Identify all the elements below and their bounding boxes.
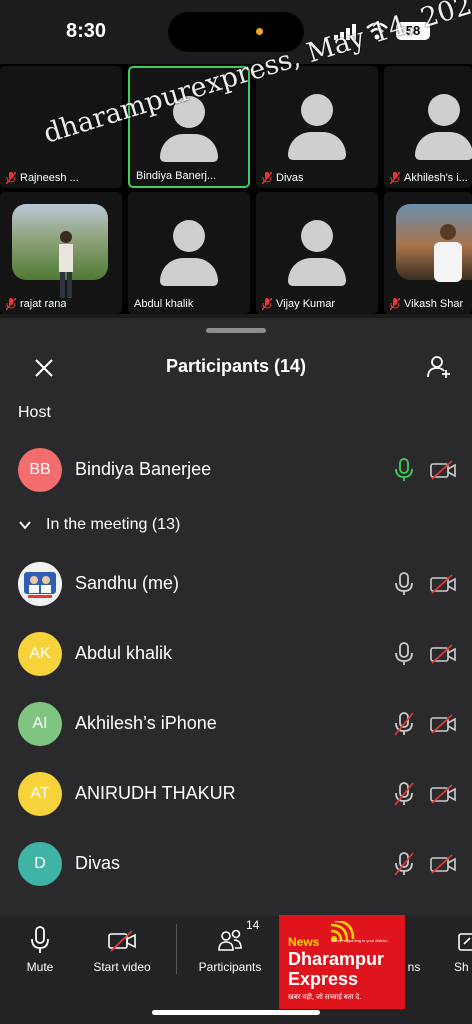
video-off-icon[interactable] (430, 460, 456, 480)
tile-name: Divas (276, 172, 304, 184)
in-meeting-section-header[interactable]: In the meeting (13) (18, 516, 180, 534)
mute-button[interactable]: Mute (20, 926, 60, 986)
share-label: Sh (454, 960, 469, 974)
participant-row[interactable]: AT ANIRUDH THAKUR (0, 764, 472, 824)
participants-button[interactable]: Participants (194, 926, 266, 986)
default-avatar-icon (288, 220, 346, 290)
participant-row[interactable]: AK Abdul khalik (0, 624, 472, 684)
share-button[interactable]: Sh (454, 926, 472, 986)
muted-mic-icon (390, 172, 400, 184)
default-avatar-icon (415, 94, 472, 164)
tile-name: Bindiya Banerj... (136, 170, 217, 182)
participants-icon (218, 929, 242, 951)
mic-on-icon[interactable] (394, 572, 414, 596)
add-participant-icon[interactable] (426, 354, 452, 380)
muted-mic-icon (262, 172, 272, 184)
participants-sheet: Participants (14) Host BB Bindiya Banerj… (0, 318, 472, 918)
avatar: AI (18, 702, 62, 746)
participant-name: Abdul khalik (75, 643, 173, 663)
sheet-grabber[interactable] (206, 328, 266, 333)
person-figure (434, 224, 462, 282)
video-tile[interactable]: rajat rana (0, 192, 122, 314)
participant-name: Bindiya Banerjee (75, 459, 212, 479)
profile-photo (18, 562, 62, 606)
participants-label: Participants (198, 960, 262, 974)
tile-name: Rajneesh ... (20, 172, 79, 184)
video-tile[interactable]: Akhilesh's i... (384, 66, 472, 188)
muted-mic-icon (390, 298, 400, 310)
tile-name: Akhilesh's i... (404, 172, 468, 184)
sheet-title: Participants (14) (165, 356, 307, 376)
start-video-button[interactable]: Start video (86, 926, 158, 986)
mic-on-icon[interactable] (394, 642, 414, 666)
share-icon (458, 933, 472, 951)
participant-row-host[interactable]: BB Bindiya Banerjee (0, 440, 472, 500)
home-indicator[interactable] (152, 1010, 320, 1015)
participant-row[interactable]: Sandhu (me) (0, 554, 472, 614)
mic-muted-icon[interactable] (394, 712, 414, 736)
recording-dot (256, 28, 263, 35)
mic-muted-icon[interactable] (394, 782, 414, 806)
status-time: 8:30 (66, 20, 107, 42)
video-off-icon[interactable] (430, 784, 456, 804)
participant-row[interactable]: D Divas (0, 834, 472, 894)
participant-video-image (396, 204, 472, 282)
participant-name: Akhilesh’s iPhone (75, 713, 217, 733)
video-tile[interactable]: Abdul khalik (128, 192, 250, 314)
start-video-label: Start video (93, 960, 151, 974)
video-off-icon[interactable] (430, 644, 456, 664)
mic-muted-icon[interactable] (394, 852, 414, 876)
avatar (18, 562, 62, 606)
avatar: AK (18, 632, 62, 676)
video-off-icon[interactable] (430, 854, 456, 874)
participants-count-badge: 14 (246, 918, 260, 932)
participant-name: ANIRUDH THAKUR (75, 783, 236, 803)
avatar: D (18, 842, 62, 886)
news-logo-title: News (288, 935, 320, 949)
muted-mic-icon (6, 298, 16, 310)
video-grid: Rajneesh ... Bindiya Banerj... Divas Akh… (0, 0, 472, 314)
participant-row[interactable]: AI Akhilesh’s iPhone (0, 694, 472, 754)
participant-video-image (12, 204, 108, 298)
mute-label: Mute (26, 960, 54, 974)
muted-mic-icon (262, 298, 272, 310)
video-off-icon[interactable] (430, 714, 456, 734)
video-tile[interactable]: Vijay Kumar (256, 192, 378, 314)
microphone-icon (31, 926, 49, 953)
news-logo-small-text: Every happening in your district... (331, 938, 391, 943)
host-section-title: Host (18, 404, 51, 421)
avatar: AT (18, 772, 62, 816)
chevron-down-icon (19, 521, 31, 530)
tile-name: Vijay Kumar (276, 298, 336, 310)
participant-name: Sandhu (me) (75, 573, 180, 593)
default-avatar-icon (160, 220, 218, 290)
muted-mic-icon (6, 172, 16, 184)
news-logo-tagline: खबर वही, जो सच्चाई बता दे. (288, 994, 362, 1001)
default-avatar-icon (288, 94, 346, 164)
section-title: In the meeting (13) (46, 516, 181, 533)
tile-name: Abdul khalik (134, 298, 194, 310)
news-logo-line2: Express (288, 969, 359, 989)
video-tile[interactable]: Divas (256, 66, 378, 188)
video-off-icon (108, 930, 136, 952)
person-figure (59, 231, 73, 298)
tile-name: rajat rana (20, 298, 67, 310)
avatar: BB (18, 448, 62, 492)
more-label: ns (407, 960, 421, 974)
toolbar-divider (176, 924, 177, 974)
video-tile[interactable]: Vikash Shar (384, 192, 472, 314)
more-button[interactable]: ns (404, 926, 424, 986)
tile-name: Vikash Shar (404, 298, 464, 310)
mic-on-icon[interactable] (394, 458, 414, 482)
news-logo-line1: Dharampur (288, 949, 385, 969)
news-logo-overlay: News Every happening in your district...… (279, 915, 405, 1009)
video-off-icon[interactable] (430, 574, 456, 594)
participant-name: Divas (75, 853, 121, 873)
